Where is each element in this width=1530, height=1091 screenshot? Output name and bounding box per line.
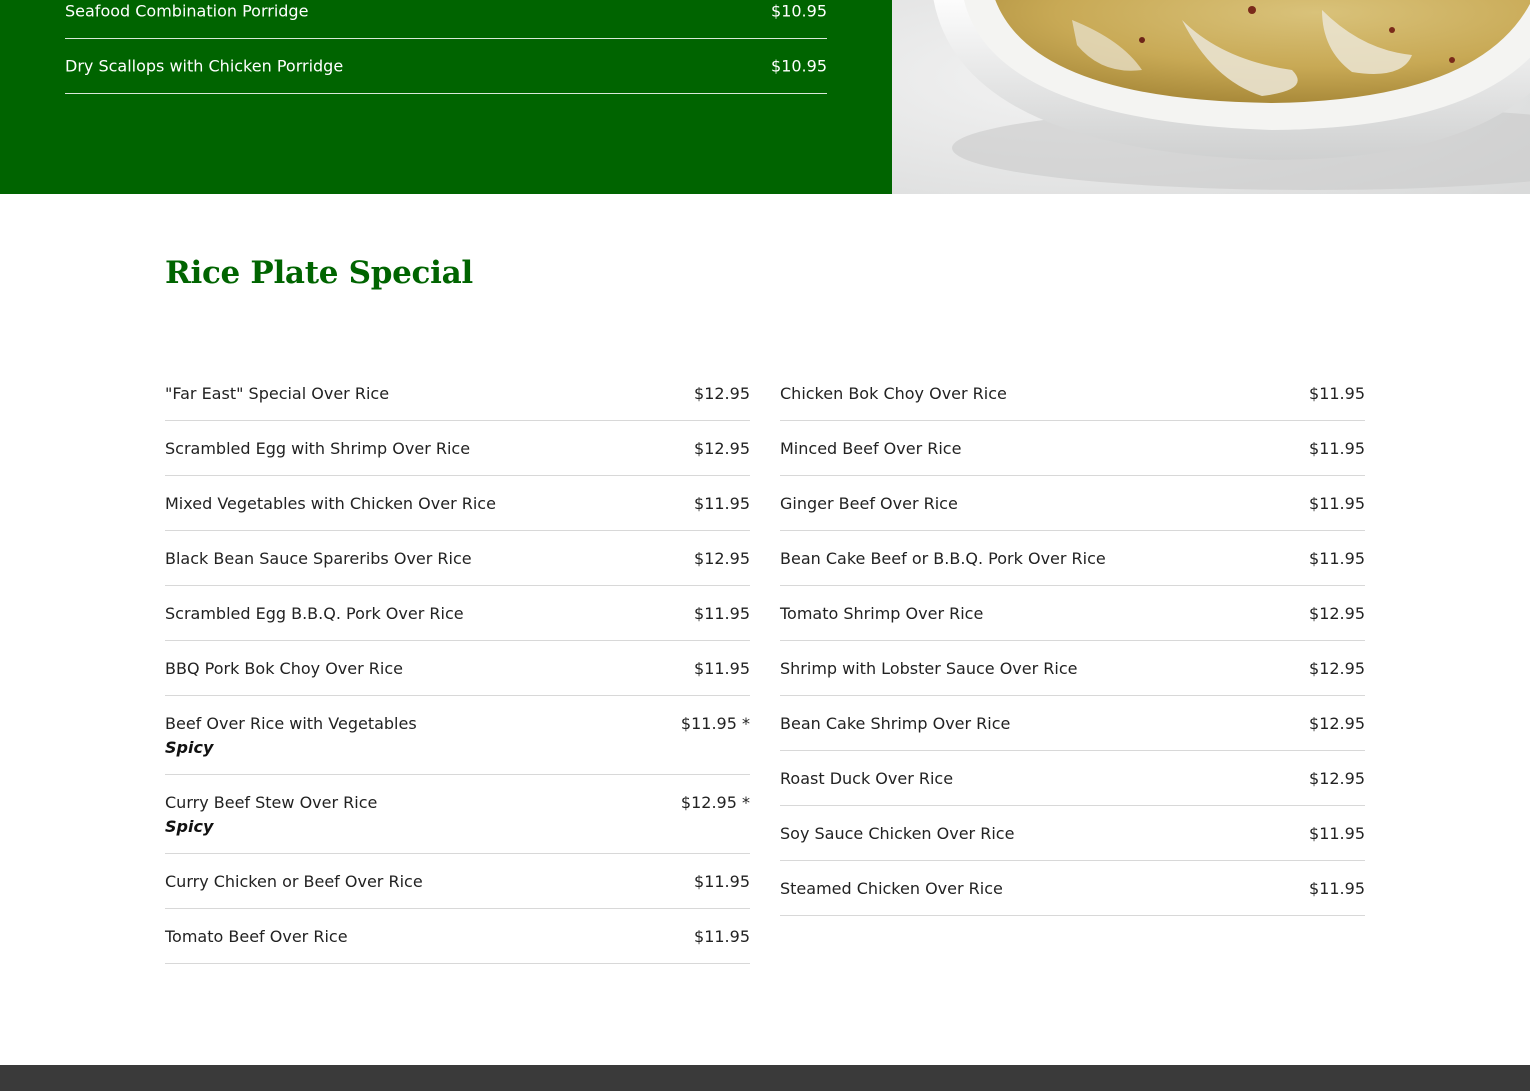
footer-bar — [0, 1065, 1530, 1091]
menu-item: Minced Beef Over Rice $11.95 — [780, 421, 1365, 476]
menu-item: Scrambled Egg with Shrimp Over Rice $12.… — [165, 421, 750, 476]
item-price: $12.95 — [1309, 659, 1365, 678]
menu-column-left: "Far East" Special Over Rice $12.95 Scra… — [165, 366, 750, 964]
item-name: Tomato Beef Over Rice — [165, 927, 348, 946]
menu-item: Bean Cake Beef or B.B.Q. Pork Over Rice … — [780, 531, 1365, 586]
item-price: $11.95 — [694, 872, 750, 891]
item-name: Dry Scallops with Chicken Porridge — [65, 56, 344, 76]
menu-item: Scrambled Egg B.B.Q. Pork Over Rice $11.… — [165, 586, 750, 641]
item-name: Minced Beef Over Rice — [780, 439, 962, 458]
porridge-bowl-image — [892, 0, 1530, 194]
item-name: Beef Over Rice with Vegetables — [165, 714, 417, 733]
item-price: $11.95 — [1309, 439, 1365, 458]
item-price: $12.95 — [694, 439, 750, 458]
menu-item: Steamed Chicken Over Rice $11.95 — [780, 861, 1365, 916]
menu-item: Bean Cake Shrimp Over Rice $12.95 — [780, 696, 1365, 751]
item-price: $12.95 — [694, 384, 750, 403]
item-price: $12.95 — [1309, 714, 1365, 733]
menu-item: Shrimp with Lobster Sauce Over Rice $12.… — [780, 641, 1365, 696]
item-name: Curry Chicken or Beef Over Rice — [165, 872, 423, 891]
menu-item: Mixed Vegetables with Chicken Over Rice … — [165, 476, 750, 531]
item-price: $12.95 — [694, 549, 750, 568]
item-price: $11.95 — [1309, 879, 1365, 898]
porridge-list: Seafood Combination Porridge $10.95 Dry … — [65, 0, 827, 94]
item-name: Mixed Vegetables with Chicken Over Rice — [165, 494, 496, 513]
item-price: $10.95 — [771, 1, 827, 21]
item-name: Bean Cake Beef or B.B.Q. Pork Over Rice — [780, 549, 1106, 568]
spicy-note: Spicy — [165, 817, 214, 836]
menu-item: "Far East" Special Over Rice $12.95 — [165, 366, 750, 421]
item-price: $11.95 — [1309, 494, 1365, 513]
menu-item: Chicken Bok Choy Over Rice $11.95 — [780, 366, 1365, 421]
menu-column-right: Chicken Bok Choy Over Rice $11.95 Minced… — [780, 366, 1365, 916]
item-price: $11.95 * — [680, 714, 750, 733]
item-price: $11.95 — [694, 604, 750, 623]
item-name: Black Bean Sauce Spareribs Over Rice — [165, 549, 472, 568]
item-name: Soy Sauce Chicken Over Rice — [780, 824, 1015, 843]
item-name: "Far East" Special Over Rice — [165, 384, 390, 403]
menu-item: BBQ Pork Bok Choy Over Rice $11.95 — [165, 641, 750, 696]
item-price: $12.95 — [1309, 769, 1365, 788]
item-price: $11.95 — [694, 659, 750, 678]
item-price: $11.95 — [694, 927, 750, 946]
item-name: Tomato Shrimp Over Rice — [780, 604, 984, 623]
item-price: $11.95 — [1309, 384, 1365, 403]
porridge-panel: Seafood Combination Porridge $10.95 Dry … — [0, 0, 892, 194]
porridge-section: Seafood Combination Porridge $10.95 Dry … — [0, 0, 1530, 194]
item-price: $12.95 * — [680, 793, 750, 812]
item-name: BBQ Pork Bok Choy Over Rice — [165, 659, 403, 678]
item-name: Bean Cake Shrimp Over Rice — [780, 714, 1011, 733]
item-price: $11.95 — [694, 494, 750, 513]
spicy-note: Spicy — [165, 738, 214, 757]
menu-item: Beef Over Rice with Vegetables $11.95 * … — [165, 696, 750, 775]
menu-item: Black Bean Sauce Spareribs Over Rice $12… — [165, 531, 750, 586]
item-price: $11.95 — [1309, 824, 1365, 843]
menu-item: Roast Duck Over Rice $12.95 — [780, 751, 1365, 806]
menu-item: Curry Beef Stew Over Rice $12.95 * Spicy — [165, 775, 750, 854]
list-item: Seafood Combination Porridge $10.95 — [65, 0, 827, 39]
item-price: $10.95 — [771, 56, 827, 76]
item-name: Seafood Combination Porridge — [65, 1, 309, 21]
menu-item: Ginger Beef Over Rice $11.95 — [780, 476, 1365, 531]
item-name: Curry Beef Stew Over Rice — [165, 793, 378, 812]
item-name: Ginger Beef Over Rice — [780, 494, 958, 513]
porridge-photo — [892, 0, 1530, 194]
menu-item: Curry Chicken or Beef Over Rice $11.95 — [165, 854, 750, 909]
menu-item: Tomato Beef Over Rice $11.95 — [165, 909, 750, 964]
item-price: $12.95 — [1309, 604, 1365, 623]
section-title: Rice Plate Special — [165, 255, 473, 291]
item-name: Chicken Bok Choy Over Rice — [780, 384, 1007, 403]
item-price: $11.95 — [1309, 549, 1365, 568]
item-name: Scrambled Egg with Shrimp Over Rice — [165, 439, 471, 458]
menu-item: Soy Sauce Chicken Over Rice $11.95 — [780, 806, 1365, 861]
menu-item: Tomato Shrimp Over Rice $12.95 — [780, 586, 1365, 641]
item-name: Roast Duck Over Rice — [780, 769, 954, 788]
item-name: Scrambled Egg B.B.Q. Pork Over Rice — [165, 604, 464, 623]
item-name: Shrimp with Lobster Sauce Over Rice — [780, 659, 1078, 678]
list-item: Dry Scallops with Chicken Porridge $10.9… — [65, 39, 827, 94]
item-name: Steamed Chicken Over Rice — [780, 879, 1003, 898]
